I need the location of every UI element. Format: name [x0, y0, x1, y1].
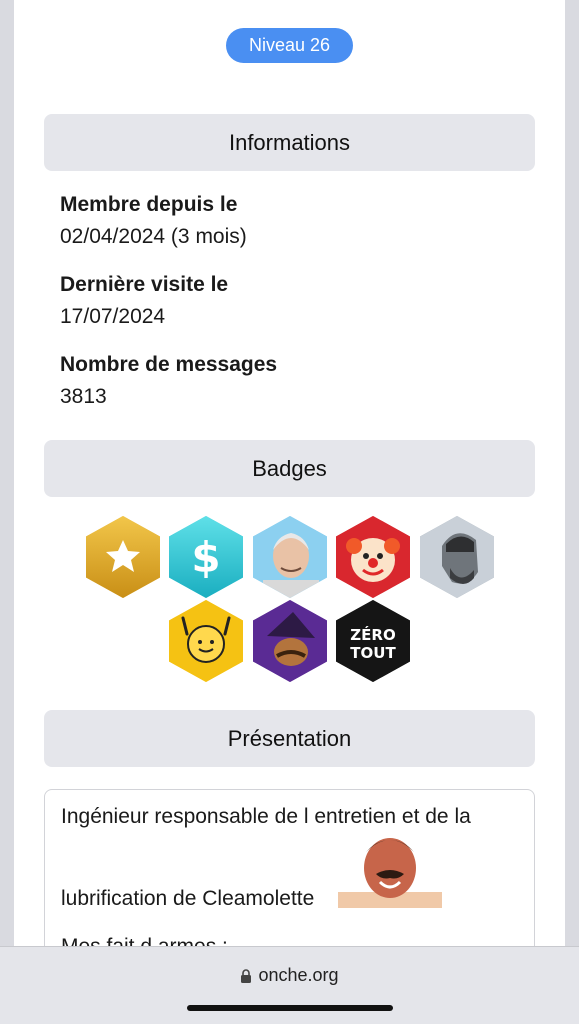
informations-title: Informations — [228, 129, 351, 155]
zero-tout-icon: ZÉRO TOUT — [336, 600, 410, 682]
happy-face-icon — [169, 600, 243, 682]
last-visit-label: Dernière visite le — [60, 273, 229, 296]
gigachad-avatar-icon — [420, 516, 494, 598]
wizard-badge[interactable] — [253, 600, 327, 682]
lock-icon — [241, 968, 252, 983]
harold-avatar-icon — [253, 516, 327, 598]
browser-address-bar[interactable]: onche.org — [0, 946, 579, 1024]
presentation-line-1: Ingénieur responsable de l entretien et … — [61, 805, 471, 828]
zero-tout-badge[interactable]: ZÉRO TOUT — [336, 600, 410, 682]
badges-title: Badges — [252, 455, 327, 481]
message-count: Nombre de messages 3813 — [60, 349, 277, 413]
presentation-title: Présentation — [227, 725, 352, 751]
badges-header: Badges — [44, 440, 535, 497]
zero-tout-bottom-text: TOUT — [350, 644, 396, 662]
member-since: Membre depuis le 02/04/2024 (3 mois) — [60, 189, 247, 253]
happy-face-badge[interactable] — [169, 600, 243, 682]
gigachad-badge[interactable] — [420, 516, 494, 598]
clown-badge[interactable] — [336, 516, 410, 598]
informations-header: Informations — [44, 114, 535, 171]
last-visit-value: 17/07/2024 — [60, 305, 166, 328]
badges-grid: $ ZÉRO TOUT — [0, 512, 579, 688]
presentation-line-2: lubrification de Cleamolette — [61, 887, 315, 910]
svg-text:$: $ — [191, 533, 220, 582]
hide-the-pain-harold-badge[interactable] — [253, 516, 327, 598]
dollar-badge[interactable]: $ — [169, 516, 243, 598]
presentation-header: Présentation — [44, 710, 535, 767]
member-since-label: Membre depuis le — [60, 193, 238, 216]
clown-icon — [336, 516, 410, 598]
last-visit: Dernière visite le 17/07/2024 — [60, 269, 228, 333]
laughing-man-sticker — [338, 830, 442, 908]
star-badge[interactable] — [86, 516, 160, 598]
level-label: Niveau 26 — [248, 35, 331, 55]
dollar-icon: $ — [169, 516, 243, 598]
url-text: onche.org — [258, 965, 339, 985]
message-count-label: Nombre de messages — [60, 353, 278, 376]
member-since-value: 02/04/2024 (3 mois) — [60, 225, 247, 248]
zero-tout-top-text: ZÉRO — [350, 625, 395, 644]
home-indicator[interactable] — [187, 1005, 393, 1011]
wizard-icon — [253, 600, 327, 682]
message-count-value: 3813 — [60, 385, 107, 408]
url-display[interactable]: onche.org — [0, 965, 579, 986]
level-badge: Niveau 26 — [226, 28, 353, 63]
star-icon — [86, 516, 160, 598]
